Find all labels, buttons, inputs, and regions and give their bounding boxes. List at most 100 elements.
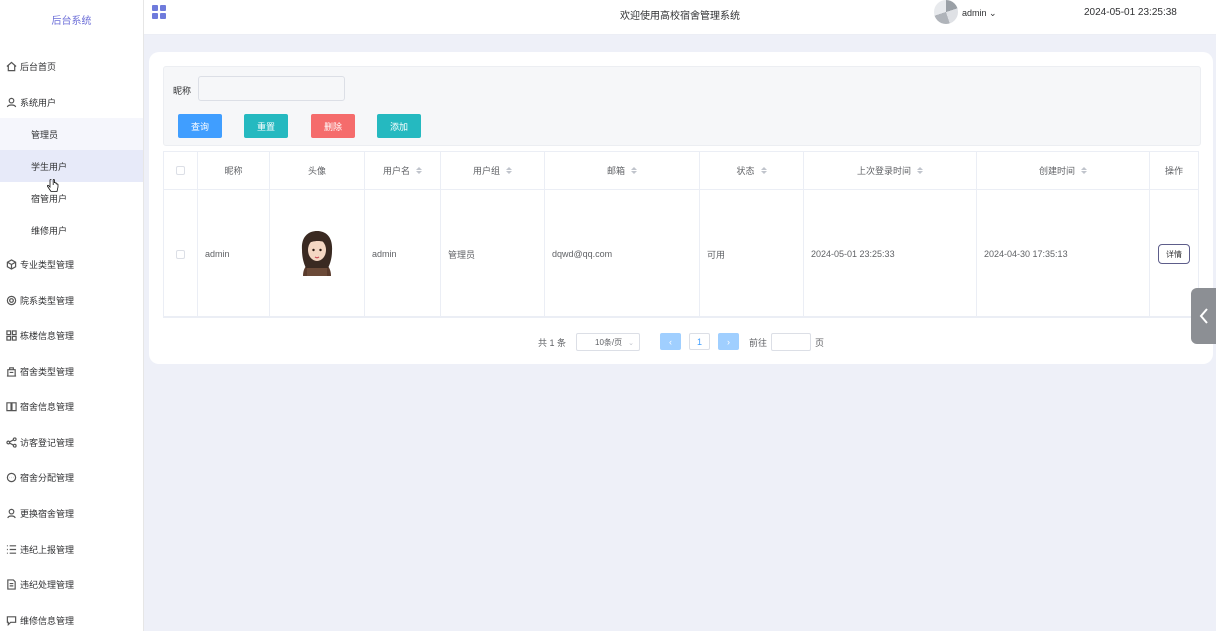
sort-icon[interactable]	[631, 167, 637, 174]
reset-button[interactable]: 重置	[244, 114, 288, 138]
sidebar-item-label: 维修用户	[31, 225, 68, 236]
column-header-status[interactable]: 状态	[700, 152, 804, 189]
chevron-down-icon: ⌄	[628, 340, 634, 347]
sidebar-item-major-types[interactable]: 专业类型管理	[0, 248, 143, 280]
sidebar-item-label: 后台首页	[20, 61, 57, 72]
sort-icon[interactable]	[1081, 167, 1087, 174]
sidebar-item-repair-info[interactable]: 维修信息管理	[0, 604, 143, 631]
sidebar-title: 后台系统	[51, 16, 92, 27]
sidebar-item-label: 系统用户	[20, 97, 57, 108]
list-icon	[5, 543, 17, 555]
cell-user-group: 管理员	[441, 190, 545, 318]
sidebar-item-visitor-registration[interactable]: 访客登记管理	[0, 426, 143, 458]
user-name: admin	[962, 8, 987, 18]
sidebar-item-system-users[interactable]: 系统用户	[0, 86, 143, 118]
nickname-label: 昵称	[173, 86, 192, 96]
sidebar-item-repair-users[interactable]: 维修用户	[0, 214, 143, 246]
chat-icon	[5, 471, 17, 483]
sidebar-item-violation-report[interactable]: 违纪上报管理	[0, 533, 143, 565]
column-header-last-login[interactable]: 上次登录时间	[804, 152, 977, 189]
sort-icon[interactable]	[506, 167, 512, 174]
nickname-input[interactable]	[198, 76, 345, 101]
sidebar-item-building-info[interactable]: 栋楼信息管理	[0, 319, 143, 351]
add-button[interactable]: 添加	[377, 114, 421, 138]
cube-icon	[5, 258, 17, 270]
chevron-right-icon: ›	[727, 336, 730, 347]
users-table: 昵称 头像 用户名 用户组 邮箱 状态 上次登录时间 创建时间 操作 admin…	[163, 151, 1199, 318]
settings-icon	[5, 294, 17, 306]
column-header-actions: 操作	[1164, 166, 1183, 176]
grid-icon	[5, 329, 17, 341]
sidebar-item-dorm-allocation[interactable]: 宿舍分配管理	[0, 461, 143, 493]
cell-nickname: admin	[198, 190, 270, 318]
sidebar-item-department-types[interactable]: 院系类型管理	[0, 284, 143, 316]
book-icon	[5, 400, 17, 412]
sidebar-item-dorm-types[interactable]: 宿舍类型管理	[0, 355, 143, 387]
sidebar-item-label: 更换宿舍管理	[20, 508, 75, 519]
cell-email: dqwd@qq.com	[545, 190, 700, 318]
sidebar-item-label: 学生用户	[31, 161, 68, 172]
sidebar-item-label: 宿管用户	[31, 193, 68, 204]
sort-icon[interactable]	[416, 167, 422, 174]
sidebar-item-home[interactable]: 后台首页	[0, 50, 143, 82]
row-divider	[164, 316, 1198, 317]
sort-icon[interactable]	[760, 167, 767, 174]
user-icon	[5, 96, 17, 108]
sidebar-item-label: 访客登记管理	[20, 437, 75, 448]
sidebar-item-label: 宿舍信息管理	[20, 401, 75, 412]
sidebar-item-label: 违纪处理管理	[20, 579, 75, 590]
goto-page-input[interactable]	[771, 333, 811, 351]
page-size-select[interactable]: 10条/页 ⌄	[576, 333, 640, 351]
chevron-down-icon: ⌄	[986, 8, 997, 18]
select-all-cell	[164, 152, 198, 189]
cell-username: admin	[365, 190, 441, 318]
chevron-left-icon: ‹	[669, 336, 672, 347]
home-icon	[5, 60, 17, 72]
comment-icon	[5, 614, 17, 626]
welcome-text: 欢迎使用高校宿舍管理系统	[620, 11, 740, 22]
column-header-user-group[interactable]: 用户组	[441, 152, 545, 189]
sidebar-item-label: 宿舍分配管理	[20, 472, 75, 483]
detail-button[interactable]: 详情	[1158, 244, 1190, 264]
goto-label: 前往	[749, 338, 768, 348]
chevron-left-icon	[1199, 308, 1208, 324]
sidebar-item-dorm-manager-users[interactable]: 宿管用户	[0, 182, 143, 214]
sidebar-item-violation-handling[interactable]: 违纪处理管理	[0, 568, 143, 600]
prev-page-button[interactable]: ‹	[660, 333, 681, 350]
sidebar-item-admin[interactable]: 管理员	[0, 118, 143, 150]
goto-unit: 页	[815, 338, 825, 348]
next-page-button[interactable]: ›	[718, 333, 739, 350]
sidebar-item-student-users[interactable]: 学生用户	[0, 150, 143, 182]
column-header-email[interactable]: 邮箱	[545, 152, 700, 189]
sort-icon[interactable]	[917, 167, 923, 174]
sidebar-item-label: 栋楼信息管理	[20, 330, 75, 341]
delete-button[interactable]: 删除	[311, 114, 355, 138]
column-header-created[interactable]: 创建时间	[977, 152, 1150, 189]
sidebar-item-dorm-info[interactable]: 宿舍信息管理	[0, 390, 143, 422]
hand-cursor-icon	[47, 179, 59, 192]
column-header-username[interactable]: 用户名	[365, 152, 441, 189]
sidebar-item-label: 宿舍类型管理	[20, 366, 75, 377]
sidebar-item-label: 院系类型管理	[20, 295, 75, 306]
avatar[interactable]	[934, 0, 958, 24]
query-button[interactable]: 查询	[178, 114, 222, 138]
sidebar: 后台系统 后台首页 系统用户 管理员 学生用户 宿管用户 维修用户 专业类型管理…	[0, 0, 144, 631]
current-datetime: 2024-05-01 23:25:38	[1084, 7, 1177, 18]
cell-avatar	[270, 190, 365, 318]
sidebar-item-dorm-change[interactable]: 更换宿舍管理	[0, 497, 143, 529]
row-select-cell	[164, 190, 198, 318]
column-header-avatar: 头像	[270, 152, 365, 189]
column-header-nickname: 昵称	[198, 152, 270, 189]
menu-toggle-icon[interactable]	[152, 5, 166, 19]
page-number[interactable]: 1	[689, 333, 710, 350]
select-all-checkbox[interactable]	[176, 166, 185, 175]
row-checkbox[interactable]	[176, 249, 185, 259]
sidebar-item-label: 管理员	[31, 129, 59, 140]
page-size-value: 10条/页	[595, 337, 623, 347]
drawer-toggle-button[interactable]	[1191, 288, 1216, 344]
user-dropdown[interactable]: admin ⌄	[962, 8, 997, 19]
document-icon	[5, 578, 17, 590]
user-avatar-image	[301, 231, 333, 276]
cell-created: 2024-04-30 17:35:13	[977, 190, 1150, 318]
sidebar-item-label: 维修信息管理	[20, 615, 75, 626]
